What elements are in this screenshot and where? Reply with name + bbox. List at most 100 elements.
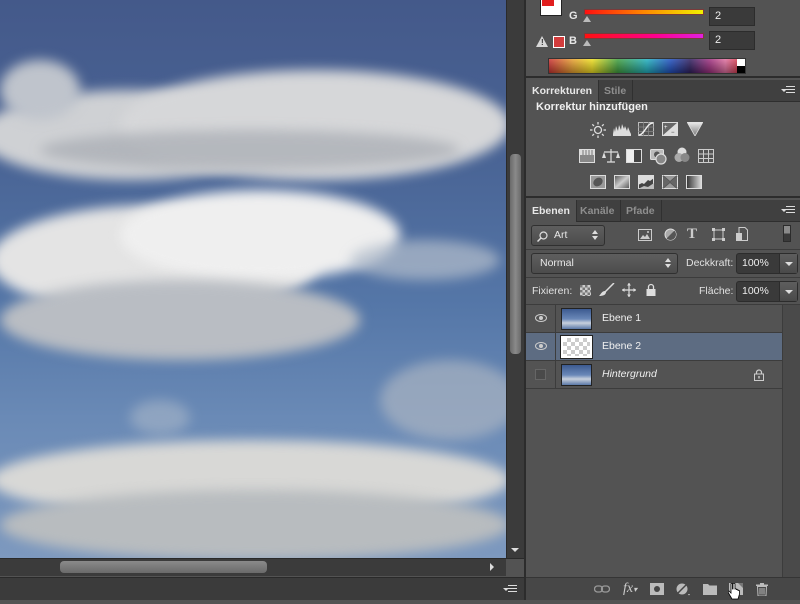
sky-image	[0, 0, 506, 558]
link-layers-icon[interactable]	[593, 583, 611, 595]
blend-mode-row: Normal Deckkraft: 100%	[526, 250, 800, 278]
adjustments-tabbar: Korrekturen Stile	[526, 80, 800, 102]
gamut-correction-swatch[interactable]	[553, 36, 565, 48]
layer-row-ebene-1[interactable]: Ebene 1	[526, 305, 782, 333]
exposure-icon[interactable]: + −	[662, 122, 678, 136]
layer-row-ebene-2[interactable]: Ebene 2	[526, 333, 782, 361]
scroll-down-arrow-icon[interactable]	[511, 548, 519, 552]
search-icon	[536, 230, 548, 249]
adjustment-layer-icon[interactable]	[676, 583, 690, 596]
hidden-visibility-box[interactable]	[535, 369, 546, 380]
tab-korrekturen[interactable]: Korrekturen	[526, 80, 600, 102]
tab-pfade[interactable]: Pfade	[620, 200, 662, 222]
invert-icon[interactable]	[590, 175, 606, 189]
channel-g-handle[interactable]	[583, 16, 591, 22]
tab-ebenen[interactable]: Ebenen	[526, 200, 577, 222]
right-panel-dock: G 2 ! B 2 Korrekturen Stile Korrektur hi…	[524, 0, 800, 600]
vertical-scroll-thumb[interactable]	[510, 154, 521, 354]
layer-name[interactable]: Ebene 1	[602, 312, 641, 324]
tab-kanaele[interactable]: Kanäle	[574, 200, 622, 222]
lock-row: Fixieren: Fläche: 100%	[526, 278, 800, 305]
trash-icon[interactable]	[756, 583, 770, 597]
lock-all-icon[interactable]	[646, 283, 656, 299]
hue-saturation-icon[interactable]	[579, 149, 595, 163]
eye-icon[interactable]	[535, 342, 547, 350]
layer-filter-kind-select[interactable]: Art	[531, 225, 605, 246]
curves-icon[interactable]	[638, 122, 654, 136]
gradient-map-icon[interactable]	[686, 175, 702, 189]
layers-panel: Ebenen Kanäle Pfade Art T Normal Deckkra…	[526, 200, 800, 600]
fill-field[interactable]: 100%	[736, 281, 798, 302]
levels-icon[interactable]	[613, 122, 631, 136]
color-lookup-icon[interactable]	[698, 149, 714, 163]
channel-b-label: B	[569, 35, 577, 47]
layer-filter-row: Art T	[526, 222, 800, 250]
opacity-dropdown-button[interactable]	[779, 254, 797, 273]
horizontal-scrollbar[interactable]	[0, 558, 524, 577]
pixel-layer-filter-icon[interactable]	[638, 229, 652, 244]
layer-row-hintergrund[interactable]: Hintergrund	[526, 361, 782, 389]
vibrance-icon[interactable]	[686, 121, 704, 137]
fx-icon[interactable]: fx▾	[623, 581, 637, 596]
channel-mixer-icon[interactable]	[674, 147, 690, 162]
shape-layer-filter-icon[interactable]	[712, 228, 725, 244]
tab-stile[interactable]: Stile	[598, 80, 634, 102]
threshold-icon[interactable]	[638, 175, 654, 189]
layer-thumbnail[interactable]	[560, 335, 593, 359]
channel-b-input[interactable]: 2	[709, 31, 755, 50]
channel-g-slider[interactable]	[584, 9, 704, 15]
selective-color-icon[interactable]	[662, 175, 678, 189]
brightness-contrast-icon[interactable]	[590, 122, 606, 138]
lock-pixels-brush-icon[interactable]	[599, 282, 615, 300]
layer-name[interactable]: Ebene 2	[602, 340, 641, 352]
scroll-corner	[506, 559, 524, 577]
foreground-color-swatch[interactable]	[541, 0, 555, 7]
group-folder-icon[interactable]	[703, 583, 717, 595]
fill-value[interactable]: 100%	[742, 285, 769, 297]
channel-g-input[interactable]: 2	[709, 7, 755, 26]
photo-filter-icon[interactable]	[650, 147, 667, 165]
panel-menu-icon[interactable]	[503, 585, 517, 595]
opacity-label: Deckkraft:	[686, 257, 734, 269]
visibility-toggle[interactable]	[526, 305, 556, 332]
scroll-right-arrow-icon[interactable]	[490, 563, 494, 571]
lock-position-move-icon[interactable]	[622, 283, 636, 300]
lock-label: Fixieren:	[532, 285, 573, 297]
type-layer-filter-icon[interactable]: T	[687, 226, 697, 243]
channel-b-handle[interactable]	[583, 40, 591, 46]
lock-transparency-icon[interactable]	[580, 285, 591, 296]
channel-b-slider[interactable]	[584, 33, 704, 39]
fill-dropdown-button[interactable]	[779, 282, 797, 301]
adjustments-panel: Korrekturen Stile Korrektur hinzufügen +…	[526, 80, 800, 198]
svg-text:−: −	[671, 130, 675, 136]
layers-scrollbar[interactable]	[782, 305, 800, 577]
warning-triangle-icon[interactable]: !	[536, 36, 548, 47]
opacity-value[interactable]: 100%	[742, 257, 769, 269]
smart-object-filter-icon[interactable]	[736, 227, 748, 244]
vertical-scrollbar[interactable]	[506, 0, 524, 558]
horizontal-scroll-thumb[interactable]	[60, 561, 267, 573]
opacity-field[interactable]: 100%	[736, 253, 798, 274]
visibility-toggle[interactable]	[526, 361, 556, 388]
black-white-swatch[interactable]	[737, 59, 745, 73]
panel-menu-icon[interactable]	[781, 206, 795, 216]
layer-filter-kind-value: Art	[554, 229, 568, 241]
filter-toggle-switch[interactable]	[783, 225, 791, 242]
layer-name[interactable]: Hintergrund	[602, 368, 657, 380]
black-white-icon[interactable]	[626, 149, 642, 163]
hand-pointer-cursor-icon	[727, 582, 740, 601]
blend-mode-select[interactable]: Normal	[531, 253, 678, 274]
document-canvas[interactable]	[0, 0, 506, 558]
color-spectrum-ramp[interactable]	[548, 58, 746, 74]
add-mask-icon[interactable]	[650, 583, 664, 595]
visibility-toggle[interactable]	[526, 333, 556, 360]
fill-label: Fläche:	[699, 285, 734, 297]
layer-thumbnail[interactable]	[561, 364, 592, 386]
background-color-swatch[interactable]	[540, 0, 562, 16]
layer-thumbnail[interactable]	[561, 308, 592, 330]
posterize-icon[interactable]	[614, 175, 630, 189]
panel-menu-icon[interactable]	[781, 86, 795, 96]
eye-icon[interactable]	[535, 314, 547, 322]
color-balance-icon[interactable]	[602, 149, 620, 163]
adjustment-layer-filter-icon[interactable]	[664, 228, 677, 244]
